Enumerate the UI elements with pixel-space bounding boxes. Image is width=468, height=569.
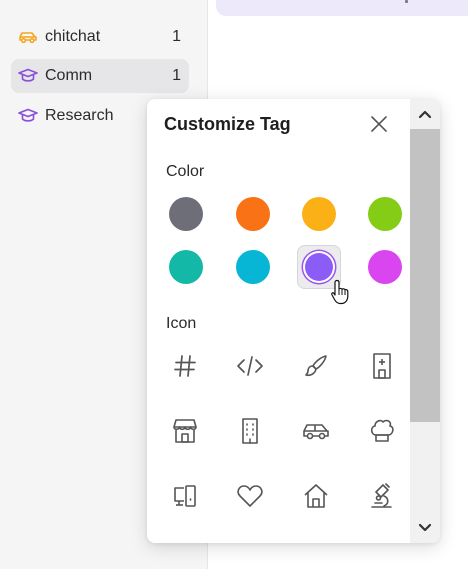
graduation-cap-icon	[18, 106, 38, 126]
swatch-fill	[302, 197, 336, 231]
color-swatch-teal[interactable]	[164, 245, 208, 289]
hospital-icon[interactable]	[362, 346, 402, 386]
close-button[interactable]	[368, 113, 390, 135]
hash-icon[interactable]	[165, 346, 205, 386]
color-section-label: Color	[166, 163, 205, 180]
scrollbar-thumb[interactable]	[410, 129, 440, 422]
home-icon[interactable]	[296, 476, 336, 516]
sidebar-item-comm[interactable]: Comm 1	[11, 59, 189, 93]
icon-section-label: Icon	[166, 315, 197, 332]
store-icon[interactable]	[165, 411, 205, 451]
hand-pointer-cursor-icon	[331, 279, 349, 305]
color-swatch-orange[interactable]	[231, 192, 275, 236]
swatch-fill	[236, 197, 270, 231]
chevron-up-icon	[418, 110, 432, 119]
heart-icon[interactable]	[230, 476, 270, 516]
devices-icon[interactable]	[165, 476, 205, 516]
chef-hat-icon[interactable]	[362, 411, 402, 451]
customize-tag-dialog: Customize Tag Color Icon	[147, 99, 440, 543]
swatch-fill	[368, 250, 402, 284]
color-swatch-gray[interactable]	[164, 192, 208, 236]
graduation-cap-icon	[18, 66, 38, 86]
sidebar-item-label: chitchat	[45, 28, 101, 45]
close-icon	[371, 116, 387, 132]
building-icon[interactable]	[230, 411, 270, 451]
brush-icon[interactable]	[296, 346, 336, 386]
message-bubble	[216, 0, 468, 16]
color-swatch-cyan[interactable]	[231, 245, 275, 289]
microscope-icon[interactable]	[362, 476, 402, 516]
sidebar-item-count: 1	[172, 67, 181, 84]
swatch-fill	[169, 250, 203, 284]
scrollbar[interactable]	[410, 99, 440, 543]
chevron-down-icon	[418, 523, 432, 532]
swatch-fill	[305, 253, 333, 281]
swatch-fill	[236, 250, 270, 284]
swatch-fill	[169, 197, 203, 231]
color-swatch-amber[interactable]	[297, 192, 341, 236]
scroll-up-button[interactable]	[410, 99, 440, 129]
car-icon[interactable]	[296, 411, 336, 451]
sidebar-item-chitchat[interactable]: chitchat 1	[11, 20, 189, 54]
car-icon	[18, 27, 38, 47]
color-swatch-fuchsia[interactable]	[363, 245, 407, 289]
sidebar-item-count: 1	[172, 28, 181, 45]
code-icon[interactable]	[230, 346, 270, 386]
sidebar-item-label: Comm	[45, 67, 93, 84]
scroll-down-button[interactable]	[410, 513, 440, 543]
dialog-title: Customize Tag	[164, 114, 291, 134]
color-swatch-lime[interactable]	[363, 192, 407, 236]
sidebar-item-label: Research	[45, 107, 114, 124]
swatch-fill	[368, 197, 402, 231]
